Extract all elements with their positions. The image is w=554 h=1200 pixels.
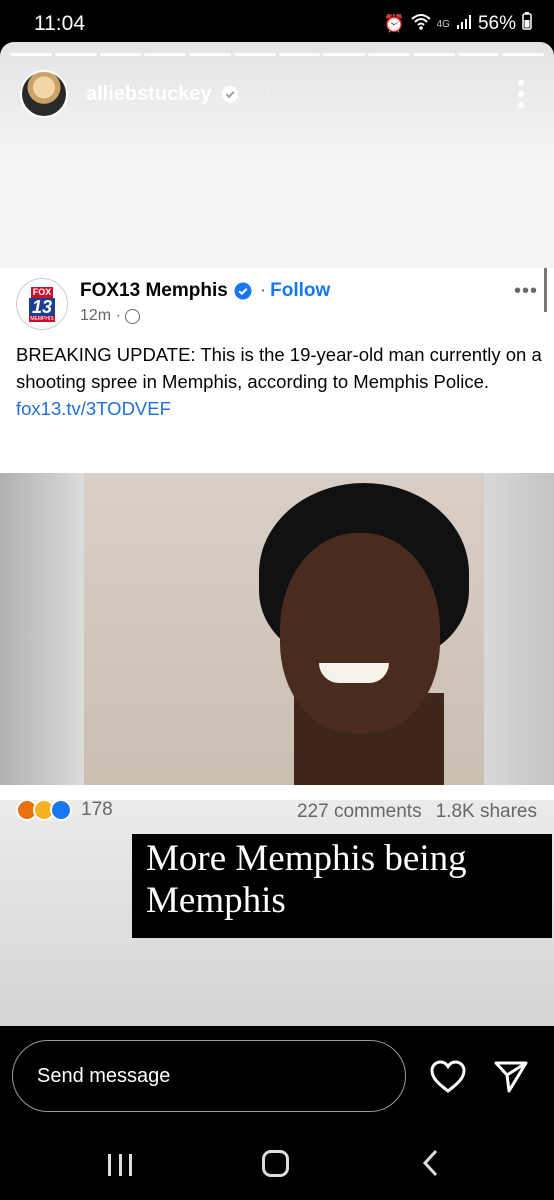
wifi-icon: [410, 13, 431, 36]
post-header: FOX13 Memphis · Follow: [80, 280, 330, 302]
story-header: alliebstuckey 2h: [20, 70, 273, 118]
like-reaction-icon: [50, 799, 72, 821]
send-icon[interactable]: [494, 1060, 528, 1094]
home-icon[interactable]: [262, 1150, 289, 1177]
follow-button: Follow: [270, 280, 331, 301]
scrollbar: [544, 268, 547, 312]
story-progress-segment: [368, 53, 410, 56]
post-page-name: FOX13 Memphis: [80, 280, 228, 301]
story-progress-segment: [10, 53, 52, 56]
reply-bar: [0, 1026, 554, 1130]
story-progress-segment: [457, 53, 500, 56]
comment-count: 227 comments: [296, 801, 422, 822]
post-photo: [0, 473, 554, 785]
share-count: 1.8K shares: [435, 801, 537, 822]
status-time: 11:04: [34, 12, 85, 35]
photo-right-blur: [484, 473, 554, 785]
caption-text: More Memphis being Memphis: [146, 838, 467, 921]
embedded-facebook-post: FOX 13 MEMPHIS FOX13 Memphis · Follow 12…: [0, 268, 554, 822]
fox13-logo: FOX 13 MEMPHIS: [16, 278, 68, 330]
status-bar: 11:04 ⏰ 4G 56%: [0, 0, 554, 44]
heart-icon[interactable]: [430, 1060, 466, 1094]
photo-left-blur: [0, 473, 84, 785]
separator-dot: ·: [259, 280, 267, 301]
story-time-ago: 2h: [251, 83, 273, 104]
story-username[interactable]: alliebstuckey: [86, 83, 212, 106]
story-progress-segment: [278, 53, 321, 56]
story-view[interactable]: alliebstuckey 2h FOX 13 MEMPHIS FOX13 Me…: [0, 42, 554, 1026]
signal-icon: [456, 14, 472, 35]
photo-main: [84, 473, 484, 785]
post-body-text: BREAKING UPDATE: This is the 19-year-old…: [16, 344, 542, 392]
send-message-input[interactable]: [12, 1040, 406, 1112]
story-progress-segment: [323, 53, 365, 56]
more-vert-icon[interactable]: [518, 80, 524, 108]
photo-smile: [319, 663, 389, 683]
recents-icon[interactable]: [108, 1154, 132, 1176]
reactions: 178: [16, 799, 113, 821]
status-icons: ⏰ 4G 56%: [383, 12, 532, 36]
post-time: 12m ·: [80, 307, 140, 325]
system-nav-bar: [0, 1130, 554, 1200]
post-time-text: 12m ·: [80, 307, 121, 324]
battery-percent: 56%: [477, 13, 516, 34]
story-caption: More Memphis being Memphis: [132, 834, 552, 938]
post-link: fox13.tv/3TODVEF: [16, 398, 171, 419]
logo-city-text: MEMPHIS: [29, 315, 55, 322]
globe-icon: [124, 308, 140, 324]
post-stats: 227 comments 1.8K shares: [297, 801, 537, 823]
story-progress-bar: [10, 53, 544, 56]
post-more-icon: •••: [513, 280, 538, 302]
post-text: BREAKING UPDATE: This is the 19-year-old…: [16, 341, 542, 422]
story-progress-segment: [502, 53, 544, 56]
network-type: 4G: [436, 18, 450, 30]
story-progress-segment: [233, 53, 276, 56]
story-progress-segment: [412, 53, 455, 56]
battery-icon: [522, 12, 532, 36]
logo-number-text: 13: [28, 297, 56, 316]
avatar[interactable]: [20, 70, 68, 118]
logo-fox-text: FOX: [30, 286, 54, 298]
alarm-icon: ⏰: [383, 14, 405, 33]
story-progress-segment: [189, 53, 231, 56]
reaction-count: 178: [81, 799, 113, 820]
photo-face: [280, 533, 440, 733]
story-progress-segment: [54, 53, 97, 56]
verified-badge-icon: [220, 85, 239, 104]
back-icon[interactable]: [420, 1148, 442, 1178]
story-progress-segment: [99, 53, 142, 56]
story-progress-segment: [144, 53, 186, 56]
verified-badge-icon: [234, 282, 252, 300]
